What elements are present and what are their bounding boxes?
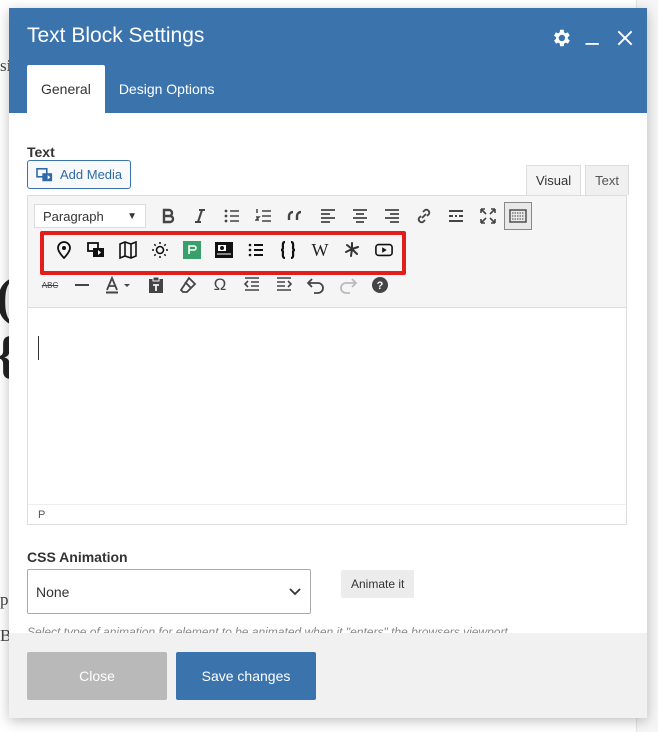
chevron-down-icon: [288, 584, 302, 600]
italic-icon[interactable]: [184, 202, 216, 230]
tab-visual[interactable]: Visual: [525, 165, 582, 195]
svg-text:?: ?: [377, 280, 384, 292]
toolbar-toggle-icon[interactable]: [504, 202, 532, 230]
editor-status-path: P: [28, 504, 626, 524]
indent-icon[interactable]: [268, 271, 300, 299]
add-media-button[interactable]: Add Media: [27, 160, 132, 189]
modal-body: Text Add Media Visual Text Paragraph ▼ W…: [9, 113, 647, 633]
bold-icon[interactable]: [152, 202, 184, 230]
horizontal-line-icon[interactable]: [66, 271, 98, 299]
css-animation-select[interactable]: None: [27, 569, 311, 614]
add-media-label: Add Media: [60, 167, 123, 182]
text-caret: [38, 336, 39, 360]
strikethrough-icon[interactable]: ABC: [34, 271, 66, 299]
save-changes-button[interactable]: Save changes: [176, 652, 316, 700]
bullet-list-icon[interactable]: [216, 202, 248, 230]
outdent-icon[interactable]: [236, 271, 268, 299]
css-animation-label: CSS Animation: [27, 549, 128, 565]
editor-content-area[interactable]: [28, 308, 626, 504]
modal-header: Text Block Settings General Design Optio…: [9, 8, 647, 113]
highlight-box: [40, 231, 406, 275]
redo-icon[interactable]: [332, 271, 364, 299]
help-icon[interactable]: ?: [364, 271, 396, 299]
close-button[interactable]: Close: [27, 652, 167, 700]
numbered-list-icon[interactable]: [248, 202, 280, 230]
background-text-fragment: p: [0, 590, 9, 609]
tab-general[interactable]: General: [27, 65, 105, 113]
animate-it-button[interactable]: Animate it: [341, 570, 415, 598]
editor-toolbar: Paragraph ▼ W ABC Ω ?: [28, 196, 626, 308]
gear-icon[interactable]: [549, 26, 573, 50]
rich-text-editor: Paragraph ▼ W ABC Ω ? P: [27, 195, 627, 525]
tab-design-options[interactable]: Design Options: [105, 65, 229, 113]
chevron-down-icon: ▼: [127, 210, 137, 222]
align-left-icon[interactable]: [312, 202, 344, 230]
tab-text[interactable]: Text: [585, 165, 629, 195]
modal-title: Text Block Settings: [27, 24, 205, 47]
undo-icon[interactable]: [300, 271, 332, 299]
fullscreen-icon[interactable]: [472, 202, 504, 230]
omega-icon[interactable]: Ω: [204, 271, 236, 299]
link-icon[interactable]: [408, 202, 440, 230]
paragraph-format-select[interactable]: Paragraph ▼: [34, 204, 146, 228]
read-more-icon[interactable]: [440, 202, 472, 230]
modal-footer: Close Save changes: [9, 633, 647, 718]
text-color-icon[interactable]: [98, 271, 140, 299]
paragraph-format-value: Paragraph: [43, 208, 104, 224]
align-center-icon[interactable]: [344, 202, 376, 230]
paste-text-icon[interactable]: [140, 271, 172, 299]
css-animation-help-text: Select type of animation for element to …: [27, 625, 508, 633]
media-icon: [36, 167, 53, 181]
close-icon[interactable]: [613, 26, 637, 50]
text-field-label: Text: [27, 144, 55, 160]
minimize-icon[interactable]: [581, 26, 605, 50]
eraser-icon[interactable]: [172, 271, 204, 299]
css-animation-value: None: [36, 583, 70, 600]
text-block-settings-modal: Text Block Settings General Design Optio…: [9, 8, 647, 718]
align-right-icon[interactable]: [376, 202, 408, 230]
blockquote-icon[interactable]: [280, 202, 312, 230]
